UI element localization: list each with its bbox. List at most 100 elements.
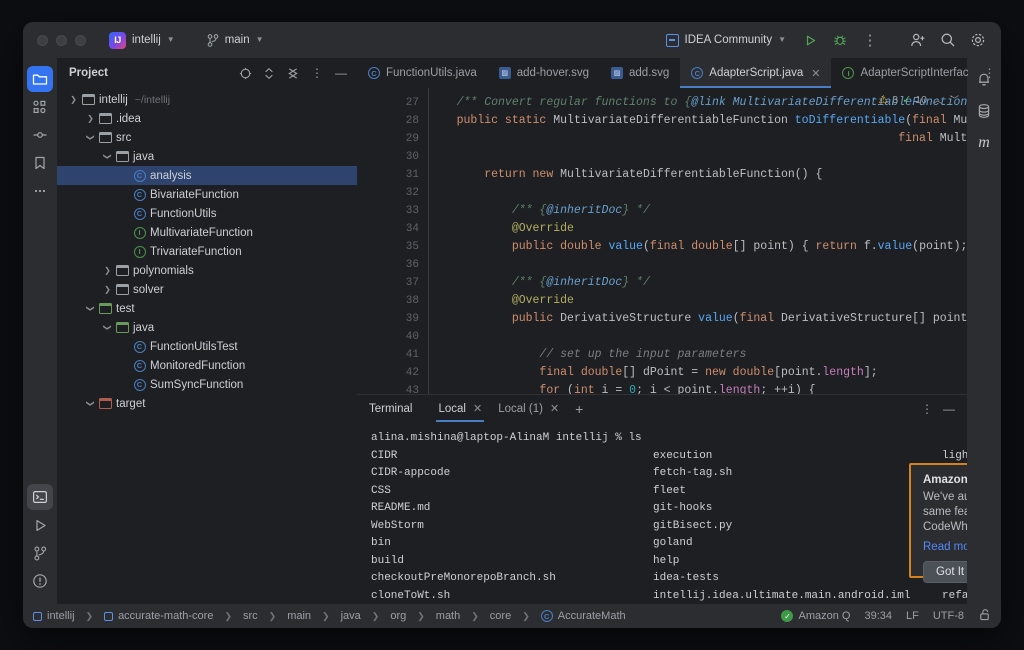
code-line[interactable] (429, 328, 967, 346)
new-terminal-tab-button[interactable]: + (567, 401, 591, 417)
run-button[interactable] (797, 27, 823, 53)
code-line[interactable]: public double value(final double[] point… (429, 238, 967, 256)
chevron-down-icon[interactable]: ❯ (103, 321, 112, 334)
inspection-widget[interactable]: ⚠ 3 ✓ 10 ︿ ﹀ (878, 93, 961, 106)
editor-tab-functionutils-java[interactable]: CFunctionUtils.java (357, 58, 488, 88)
chevron-right-icon[interactable]: ❯ (101, 266, 114, 275)
add-user-button[interactable] (905, 27, 931, 53)
editor-tab-add-svg[interactable]: ▨add.svg (600, 58, 680, 88)
tree-item-polynomials[interactable]: ❯polynomials (57, 261, 357, 280)
locate-icon[interactable] (235, 63, 255, 83)
hide-icon[interactable]: — (939, 399, 959, 419)
unlocked-icon[interactable] (978, 608, 991, 624)
notification-popup[interactable]: Amazon Q is now it's own plugin We've au… (909, 463, 967, 578)
read-more-link[interactable]: Read more (923, 541, 967, 553)
tree-item-java[interactable]: ❯java (57, 147, 357, 166)
line-separator[interactable]: LF (906, 610, 919, 622)
code-line[interactable]: /** {@inheritDoc} */ (429, 274, 967, 292)
code-line[interactable] (429, 184, 967, 202)
file-encoding[interactable]: UTF-8 (933, 610, 964, 622)
breadcrumb-item[interactable]: java (341, 610, 361, 622)
code-line[interactable]: final MultivariateVectorFunctio (429, 130, 967, 148)
tree-item-intellij[interactable]: ❯intellij~/intellij (57, 90, 357, 109)
tree-item-src[interactable]: ❯src (57, 128, 357, 147)
close-icon[interactable]: ✕ (473, 402, 482, 415)
editor-tab-add-hover-svg[interactable]: ▨add-hover.svg (488, 58, 600, 88)
sidebar-item-more[interactable] (27, 178, 53, 204)
code-line[interactable]: final double[] dPoint = new double[point… (429, 364, 967, 382)
tree-item-bivariatefunction[interactable]: CBivariateFunction (57, 185, 357, 204)
terminal-tab-local-1[interactable]: Local (1) ✕ (490, 400, 567, 417)
breadcrumb-item[interactable]: main (287, 610, 311, 622)
code-line[interactable]: public static MultivariateDifferentiable… (429, 112, 967, 130)
run-configuration-selector[interactable]: IDEA Community ▼ (659, 31, 793, 50)
terminal-output[interactable]: alina.mishina@laptop-AlinaM intellij % l… (357, 422, 967, 604)
settings-button[interactable] (965, 27, 991, 53)
more-actions-button[interactable]: ⋮ (857, 27, 883, 53)
sidebar-item-database[interactable] (971, 98, 997, 124)
tree-item-analysis[interactable]: Canalysis (57, 166, 357, 185)
tree-item-monitoredfunction[interactable]: CMonitoredFunction (57, 356, 357, 375)
sidebar-item-structure[interactable] (27, 94, 53, 120)
sidebar-item-bookmarks[interactable] (27, 150, 53, 176)
chevron-down-icon[interactable]: ❯ (86, 302, 95, 315)
breadcrumb-item[interactable]: math (436, 610, 460, 622)
chevron-right-icon[interactable]: ❯ (101, 285, 114, 294)
breadcrumb-item[interactable]: accurate-math-core (104, 610, 213, 622)
maximize-window-button[interactable] (75, 35, 86, 46)
code-line[interactable]: @Override (429, 220, 967, 238)
editor-tabs[interactable]: CFunctionUtils.java▨add-hover.svg▨add.sv… (357, 58, 967, 88)
tree-item-sumsyncfunction[interactable]: CSumSyncFunction (57, 375, 357, 394)
sidebar-item-run[interactable] (27, 512, 53, 538)
breadcrumb[interactable]: intellij❯accurate-math-core❯src❯main❯jav… (33, 610, 626, 622)
chevron-up-icon[interactable]: ︿ (931, 93, 944, 106)
code-line[interactable]: @Override (429, 292, 967, 310)
caret-position[interactable]: 39:34 (864, 610, 892, 622)
tree-item-trivariatefunction[interactable]: ITrivariateFunction (57, 242, 357, 261)
code-line[interactable]: for (int i = 0; i < point.length; ++i) { (429, 382, 967, 394)
sidebar-item-project[interactable] (27, 66, 53, 92)
amazon-q-status[interactable]: ✓ Amazon Q (781, 610, 850, 622)
tree-item-functionutilstest[interactable]: CFunctionUtilsTest (57, 337, 357, 356)
chevron-down-icon[interactable]: ❯ (103, 150, 112, 163)
breadcrumb-item[interactable]: org (390, 610, 406, 622)
chevron-right-icon[interactable]: ❯ (67, 95, 80, 104)
collapse-all-icon[interactable] (283, 63, 303, 83)
window-controls[interactable] (33, 35, 86, 46)
tree-item-solver[interactable]: ❯solver (57, 280, 357, 299)
code-lines[interactable]: /** Convert regular functions to {@link … (429, 88, 967, 394)
sidebar-item-commit[interactable] (27, 122, 53, 148)
tree-item-target[interactable]: ❯target (57, 394, 357, 413)
close-window-button[interactable] (37, 35, 48, 46)
code-line[interactable] (429, 256, 967, 274)
breadcrumb-item[interactable]: CAccurateMath (541, 610, 626, 622)
code-line[interactable] (429, 148, 967, 166)
tree-item-.idea[interactable]: ❯.idea (57, 109, 357, 128)
tree-item-java[interactable]: ❯java (57, 318, 357, 337)
project-selector[interactable]: IJ intellij ▼ (102, 29, 182, 52)
hide-icon[interactable]: — (331, 63, 351, 83)
sidebar-item-version-control[interactable] (27, 540, 53, 566)
options-icon[interactable]: ⋮ (307, 63, 327, 83)
sidebar-item-maven[interactable]: m (971, 130, 997, 156)
code-editor[interactable]: 272829303132333435363738394041424344 /**… (357, 88, 967, 394)
search-button[interactable] (935, 27, 961, 53)
sidebar-item-terminal[interactable] (27, 484, 53, 510)
minimize-window-button[interactable] (56, 35, 67, 46)
breadcrumb-item[interactable]: src (243, 610, 258, 622)
code-line[interactable]: /** {@inheritDoc} */ (429, 202, 967, 220)
tree-item-test[interactable]: ❯test (57, 299, 357, 318)
close-icon[interactable]: ✕ (550, 402, 559, 415)
code-line[interactable]: // set up the input parameters (429, 346, 967, 364)
breadcrumb-item[interactable]: intellij (33, 610, 75, 622)
tree-item-functionutils[interactable]: CFunctionUtils (57, 204, 357, 223)
chevron-down-icon[interactable]: ❯ (86, 131, 95, 144)
branch-selector[interactable]: main ▼ (200, 31, 271, 50)
options-icon[interactable]: ⋮ (917, 399, 937, 419)
editor-tab-adapterscript-java[interactable]: CAdapterScript.java✕ (680, 58, 831, 88)
options-icon[interactable]: ⋮ (980, 63, 1000, 83)
got-it-button[interactable]: Got It (923, 561, 967, 583)
expand-collapse-icon[interactable] (259, 63, 279, 83)
project-tree[interactable]: ❯intellij~/intellij❯.idea❯src❯javaCanaly… (57, 88, 357, 604)
chevron-down-icon[interactable]: ❯ (86, 397, 95, 410)
